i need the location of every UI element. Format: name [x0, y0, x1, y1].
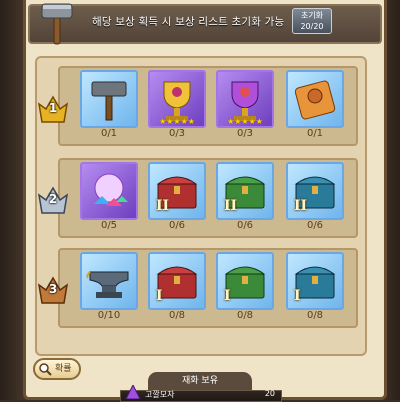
currency-value: 20 [264, 389, 275, 398]
reset-button[interactable]: 초기화 20/20 [292, 8, 332, 34]
tier-numeral: I [224, 288, 231, 304]
reward-count: 0/6 [236, 220, 254, 231]
hammer-icon [91, 81, 127, 121]
reward-count: 0/8 [236, 310, 254, 321]
reward-card[interactable]: II 0/6 [286, 162, 344, 234]
star-rating: ★★★★★ [159, 117, 195, 126]
tier-numeral: II [294, 198, 308, 214]
tier-numeral: II [224, 198, 238, 214]
rank-badge-bronze: 3 [36, 273, 70, 307]
reset-info-text: 해당 보상 획득 시 보상 리스트 초기화 가능 [92, 16, 285, 28]
reset-button-label: 초기화 [300, 11, 324, 20]
reward-card[interactable]: ★★★★★ 0/3 [216, 70, 274, 142]
tier-numeral: II [156, 198, 170, 214]
reward-card[interactable]: II 0/6 [216, 162, 274, 234]
cookie-box-icon [294, 80, 336, 120]
reward-card[interactable]: 0/5 [80, 162, 138, 234]
currency-bar: 고깔모자 20 [120, 385, 282, 402]
rank-badge-gold: 1 [36, 92, 70, 126]
probability-button[interactable]: 확률 [33, 358, 81, 380]
hammer-icon [41, 3, 73, 45]
reward-card[interactable]: I 0/8 [148, 252, 206, 324]
reward-card[interactable]: I 0/8 [216, 252, 274, 324]
magnifier-icon [39, 363, 52, 376]
reward-count: 0/3 [236, 128, 254, 139]
rank-number: 2 [48, 192, 58, 206]
star-rating: ★★★★★ [227, 117, 263, 126]
tier-numeral: I [156, 288, 163, 304]
rank-number: 3 [48, 282, 58, 296]
reward-count: 0/1 [100, 128, 118, 139]
reward-count: 0/6 [168, 220, 186, 231]
rank-badge-silver: 2 [36, 183, 70, 217]
reward-card[interactable]: 0/10 [80, 252, 138, 324]
reward-count: 0/6 [306, 220, 324, 231]
reward-count: 0/3 [168, 128, 186, 139]
reset-count: 20/20 [300, 22, 324, 31]
reward-count: 0/5 [100, 220, 118, 231]
rank-number: 1 [48, 101, 58, 115]
reward-card[interactable]: 0/1 [80, 70, 138, 142]
party-hat-icon [125, 385, 141, 399]
currency-name: 고깔모자 [145, 390, 175, 399]
tier-numeral: I [294, 288, 301, 304]
anvil-icon [86, 271, 129, 298]
reward-card[interactable]: ★★★★★ 0/3 [148, 70, 206, 142]
reward-card[interactable]: II 0/6 [148, 162, 206, 234]
reward-count: 0/8 [168, 310, 186, 321]
reward-count: 0/8 [306, 310, 324, 321]
reward-card[interactable]: I 0/8 [286, 252, 344, 324]
reward-card[interactable]: 0/1 [286, 70, 344, 142]
reward-count: 0/1 [306, 128, 324, 139]
currency-holding-tab: 재화 보유 [148, 372, 252, 390]
jewel-pile-icon [94, 173, 128, 206]
probability-label: 확률 [55, 364, 72, 374]
reward-count: 0/10 [97, 310, 121, 321]
